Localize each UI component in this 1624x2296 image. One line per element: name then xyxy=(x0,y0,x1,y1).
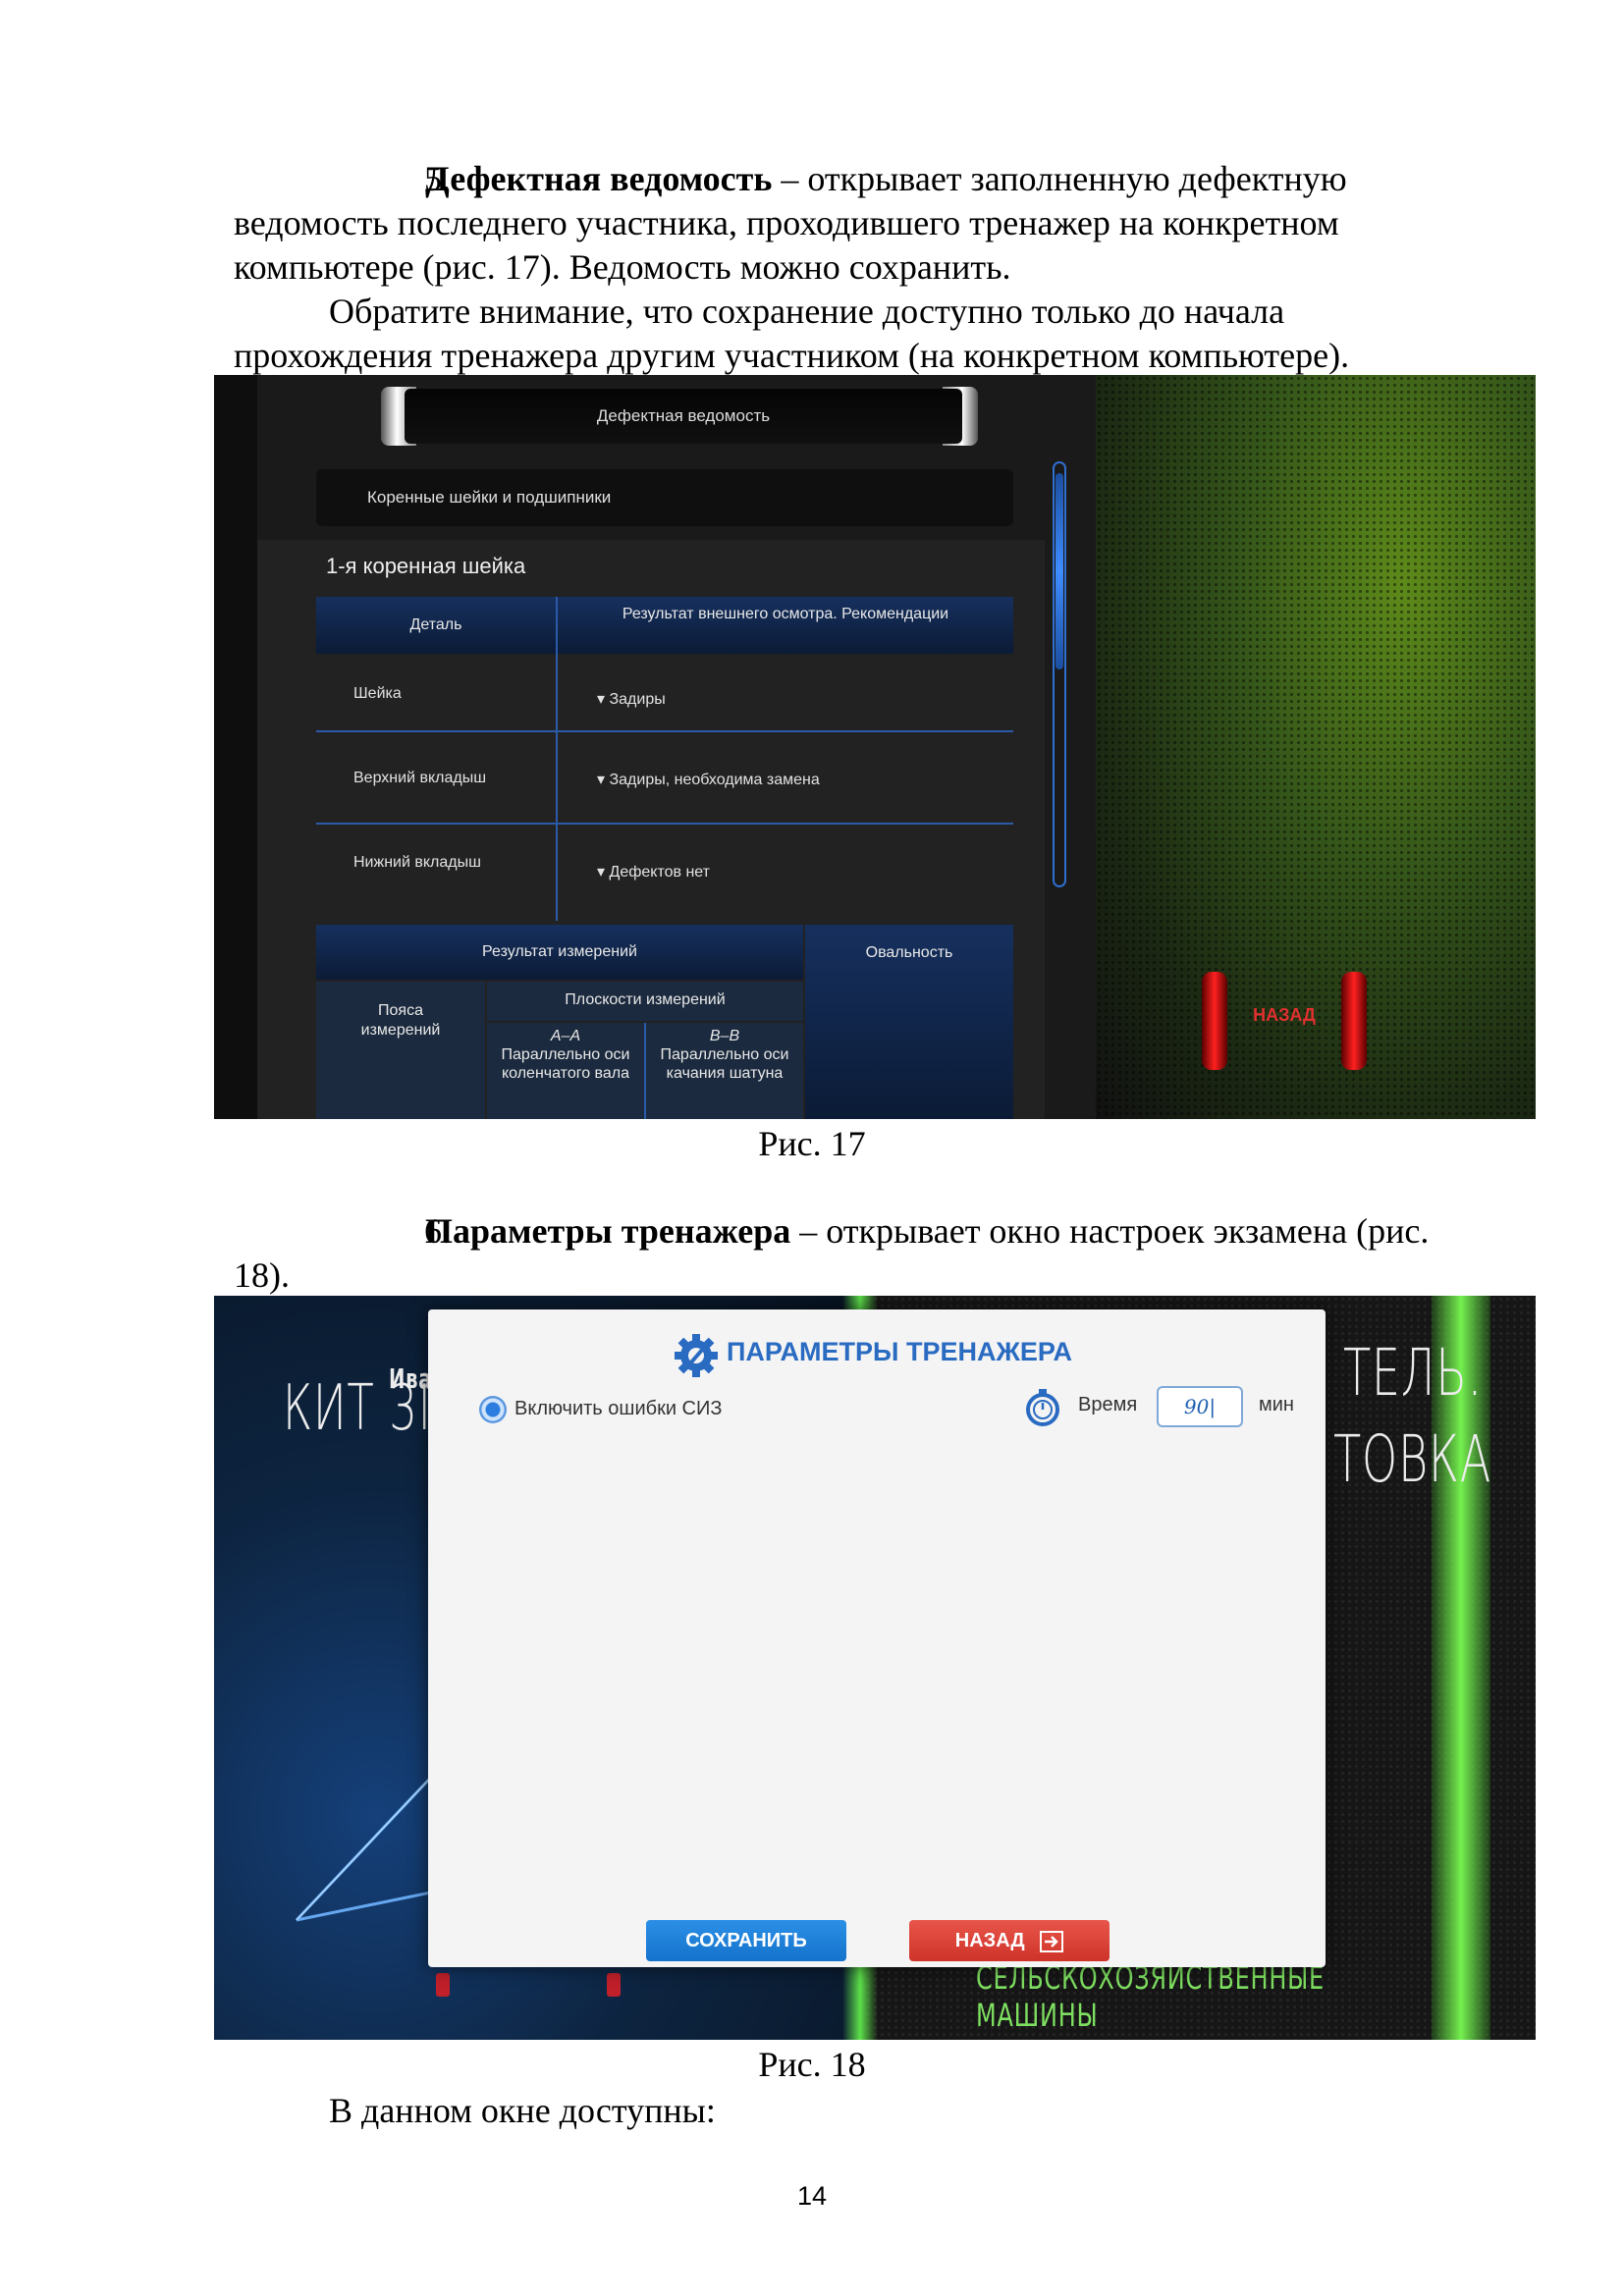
scrollbar-thumb[interactable] xyxy=(1056,473,1063,669)
table-divider xyxy=(316,730,1013,732)
radio-enable-ppe-errors[interactable] xyxy=(479,1396,507,1423)
card-title: 1-я коренная шейка xyxy=(326,554,526,578)
time-input[interactable]: 90| xyxy=(1157,1386,1243,1427)
plane-bb-desc: Параллельно оси качания шатуна xyxy=(660,1046,789,1082)
back-button[interactable]: НАЗАД xyxy=(909,1920,1110,1961)
table-row-part: Верхний вкладыш xyxy=(353,770,487,786)
time-unit: мин xyxy=(1259,1394,1294,1415)
figure-caption-18: Рис. 18 xyxy=(758,2045,866,2084)
dropdown-arrow-icon: ▾ xyxy=(597,772,606,788)
left-band xyxy=(214,375,257,1119)
table-divider xyxy=(316,823,1013,825)
table-header-ovality: Овальность xyxy=(805,925,1013,1119)
save-button[interactable]: СОХРАНИТЬ xyxy=(646,1920,846,1961)
table-row-part: Шейка xyxy=(353,685,402,702)
background-subtitle: СЕЛЬСКОХОЗЯЙСТВЕННЫЕ МАШИНЫ xyxy=(976,1959,1325,2034)
red-light xyxy=(607,1973,621,1997)
table-divider xyxy=(556,597,558,921)
back-bracket-right xyxy=(1341,972,1367,1070)
table-row-result[interactable]: ▾ Задиры xyxy=(597,689,666,709)
background-name-fragment: Ива xyxy=(389,1362,433,1395)
time-label: Время xyxy=(1078,1394,1138,1415)
table-header-measurements: Результат измерений xyxy=(316,925,803,980)
window-title: Дефектная ведомость xyxy=(405,389,962,444)
dropdown-arrow-icon: ▾ xyxy=(597,864,606,881)
plane-bb-title: В–В xyxy=(709,1028,740,1044)
plane-aa-desc: Параллельно оси коленчатого вала xyxy=(501,1046,630,1082)
paragraph-text: В данном окне доступны: xyxy=(329,2091,716,2130)
gear-wrench-icon xyxy=(675,1334,718,1377)
list-number: 5. xyxy=(424,159,451,198)
paragraph-defect-sheet: 5.Дефектная ведомость – открывает заполн… xyxy=(234,157,1471,290)
radio-label: Включить ошибки СИЗ xyxy=(514,1398,723,1419)
figure-17-defect-sheet-screenshot: Дефектная ведомость Коренные шейки и под… xyxy=(214,375,1536,1119)
table-header-belts: Пояса измерений xyxy=(316,982,485,1119)
figure-caption-17: Рис. 17 xyxy=(758,1124,866,1163)
paragraph-trainer-params: 6.Параметры тренажера – открывает окно н… xyxy=(234,1209,1471,1298)
term-defect-sheet: Дефектная ведомость xyxy=(425,159,773,198)
table-row-part: Нижний вкладыш xyxy=(353,854,481,871)
paragraph-note: Обратите внимание, что сохранение доступ… xyxy=(234,290,1471,378)
back-button-label: НАЗАД xyxy=(1253,1005,1316,1025)
table-header-planes: Плоскости измерений xyxy=(487,982,803,1021)
figure-18-trainer-params-screenshot: КИТ 3І Ива ТЕЛЬ. ТОВКА СЕЛЬСКОХОЗЯЙСТВЕН… xyxy=(214,1296,1536,2040)
dropdown-arrow-icon: ▾ xyxy=(597,691,606,708)
dialog-title: ПАРАМЕТРЫ ТРЕНАЖЕРА xyxy=(727,1337,1073,1366)
section-button-main-journals[interactable]: Коренные шейки и подшипники xyxy=(316,469,1013,526)
paragraph-text: Обратите внимание, что сохранение доступ… xyxy=(234,292,1350,375)
paragraph-available-options: В данном окне доступны: xyxy=(234,2089,1471,2133)
plane-aa-title: А–А xyxy=(550,1028,581,1044)
back-button[interactable]: НАЗАД xyxy=(1202,972,1367,1070)
save-button-label: СОХРАНИТЬ xyxy=(685,1930,807,1951)
table-row-result[interactable]: ▾ Задиры, необходима замена xyxy=(597,770,820,789)
table-row-result[interactable]: ▾ Дефектов нет xyxy=(597,862,710,881)
table-header-plane-aa: А–А Параллельно оси коленчатого вала xyxy=(487,1023,644,1119)
back-button-label: НАЗАД xyxy=(954,1930,1025,1951)
exit-icon xyxy=(1040,1930,1064,1952)
back-bracket-left xyxy=(1202,972,1227,1070)
background-title-right-1: ТЕЛЬ. xyxy=(1343,1335,1484,1411)
params-dialog: ПАРАМЕТРЫ ТРЕНАЖЕРА Включить ошибки СИЗ … xyxy=(428,1309,1326,1967)
stopwatch-icon xyxy=(1026,1389,1059,1426)
term-trainer-params: Параметры тренажера xyxy=(425,1211,791,1251)
background-title-right-2: ТОВКА xyxy=(1333,1421,1492,1497)
table-header-plane-bb: В–В Параллельно оси качания шатуна xyxy=(646,1023,803,1119)
table-divider xyxy=(644,1023,646,1119)
table-header-part: Деталь xyxy=(316,597,556,654)
list-number: 6. xyxy=(424,1211,451,1251)
page-number: 14 xyxy=(796,2181,828,2211)
table-header-inspection: Результат внешнего осмотра. Рекомендации xyxy=(558,597,1013,654)
red-light xyxy=(436,1973,450,1997)
